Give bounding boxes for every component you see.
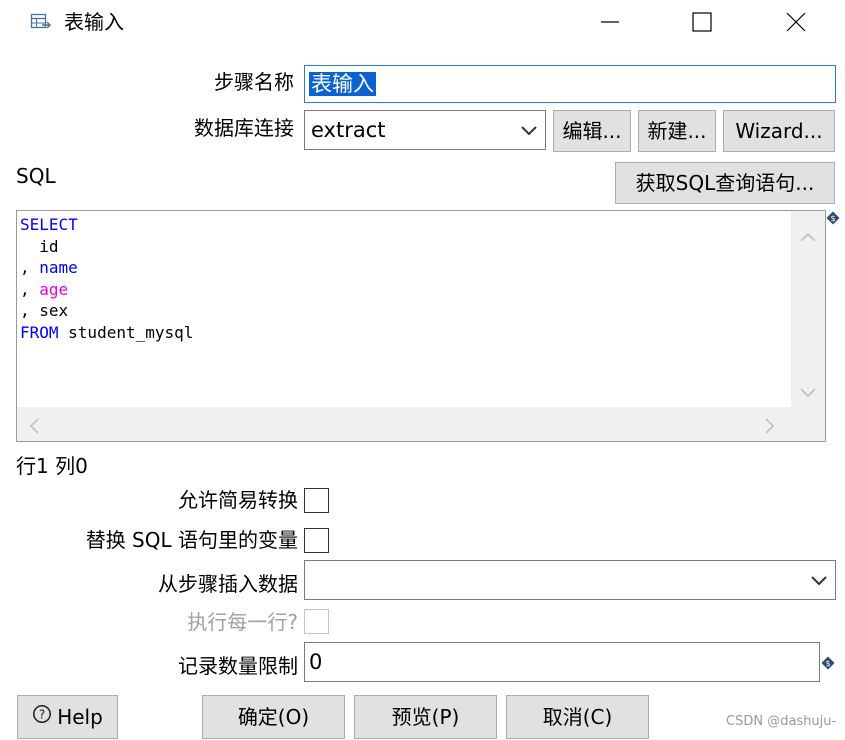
get-sql-button[interactable]: 获取SQL查询语句... — [615, 162, 835, 204]
sql-table-name: student_mysql — [58, 322, 194, 342]
limit-value: 0 — [309, 650, 323, 674]
close-button[interactable] — [766, 0, 826, 44]
variable-icon: $ — [826, 210, 840, 225]
insert-from-step-select[interactable] — [304, 560, 836, 600]
exec-each-row-checkbox — [304, 609, 329, 634]
ok-button[interactable]: 确定(O) — [202, 695, 345, 739]
chevron-down-icon — [803, 561, 835, 599]
sql-editor[interactable]: SELECT id , name , age , sex FROM studen… — [16, 210, 826, 442]
help-icon: ? — [32, 696, 52, 738]
sql-comma: , — [20, 279, 40, 299]
allow-lazy-label: 允许简易转换 — [178, 488, 298, 512]
sql-field-age: age — [39, 279, 69, 299]
scroll-right-icon[interactable] — [765, 418, 775, 438]
svg-text:$: $ — [830, 214, 835, 223]
table-input-icon — [30, 12, 52, 34]
svg-text:$: $ — [825, 659, 830, 668]
variable-icon: $ — [821, 655, 835, 670]
db-connection-value: extract — [311, 118, 386, 142]
maximize-button[interactable] — [672, 0, 732, 44]
chevron-down-icon — [513, 111, 545, 149]
vertical-scrollbar[interactable] — [791, 211, 825, 407]
help-button-label: Help — [57, 705, 103, 729]
new-connection-button[interactable]: 新建... — [638, 110, 716, 152]
replace-vars-label: 替换 SQL 语句里的变量 — [85, 528, 298, 552]
wizard-button[interactable]: Wizard... — [723, 110, 835, 152]
step-name-input[interactable]: 表输入 — [304, 65, 836, 103]
horizontal-scrollbar[interactable] — [17, 407, 825, 441]
allow-lazy-checkbox[interactable] — [304, 488, 329, 513]
preview-button[interactable]: 预览(P) — [354, 695, 497, 739]
sql-comma: , — [20, 258, 40, 277]
sql-keyword-from: FROM — [20, 322, 59, 342]
cancel-button[interactable]: 取消(C) — [506, 695, 649, 739]
limit-input[interactable]: 0 — [304, 642, 820, 682]
exec-each-row-label: 执行每一行? — [187, 610, 298, 634]
scroll-left-icon[interactable] — [29, 418, 39, 438]
limit-label: 记录数量限制 — [178, 654, 298, 678]
help-button[interactable]: ? Help — [17, 695, 118, 739]
step-name-value: 表输入 — [309, 72, 376, 96]
scroll-down-icon[interactable] — [800, 383, 816, 402]
sql-label: SQL — [16, 164, 56, 188]
db-connection-label: 数据库连接 — [194, 116, 294, 140]
step-name-label: 步骤名称 — [214, 70, 294, 94]
sql-keyword-select: SELECT — [20, 215, 78, 234]
edit-connection-button[interactable]: 编辑... — [553, 110, 631, 152]
insert-from-step-label: 从步骤插入数据 — [158, 572, 298, 596]
sql-field-name: name — [39, 258, 78, 277]
replace-vars-checkbox[interactable] — [304, 528, 329, 553]
scroll-up-icon[interactable] — [800, 227, 816, 246]
sql-code: SELECT id , name , age , sex FROM studen… — [20, 214, 193, 343]
db-connection-select[interactable]: extract — [304, 110, 546, 150]
cursor-position-status: 行1 列0 — [16, 454, 88, 478]
sql-line-id: id — [20, 236, 59, 256]
window-title: 表输入 — [64, 10, 124, 34]
svg-text:?: ? — [39, 708, 45, 722]
watermark: CSDN @dashuju- — [726, 714, 837, 729]
sql-line-sex: , sex — [20, 301, 69, 320]
minimize-button[interactable] — [580, 0, 640, 44]
